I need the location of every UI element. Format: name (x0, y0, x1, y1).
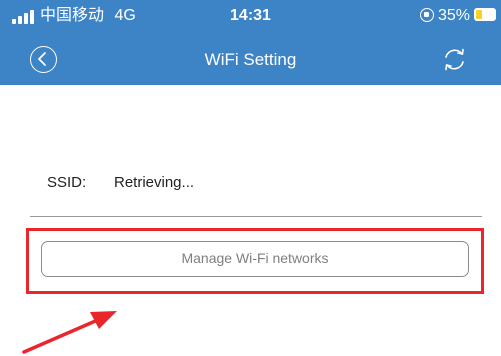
nav-bar: WiFi Setting (0, 34, 501, 85)
ssid-label: SSID: (47, 174, 87, 191)
manage-wifi-networks-button[interactable]: Manage Wi-Fi networks (41, 241, 469, 277)
app-header: 中国移动 4G 14:31 35% WiFi Setting (0, 0, 501, 85)
divider (30, 216, 482, 217)
ssid-row: SSID: Retrieving... (0, 172, 501, 194)
status-bar: 中国移动 4G 14:31 35% (0, 0, 501, 34)
ssid-value: Retrieving... (114, 174, 195, 191)
battery-percent: 35% (438, 7, 471, 24)
battery-level-fill (476, 10, 482, 19)
refresh-icon (445, 48, 464, 71)
orientation-lock-icon (420, 8, 434, 22)
page-title: WiFi Setting (204, 50, 297, 69)
red-arrow-icon (22, 311, 117, 354)
battery-icon (474, 8, 496, 21)
refresh-button[interactable] (440, 45, 469, 74)
